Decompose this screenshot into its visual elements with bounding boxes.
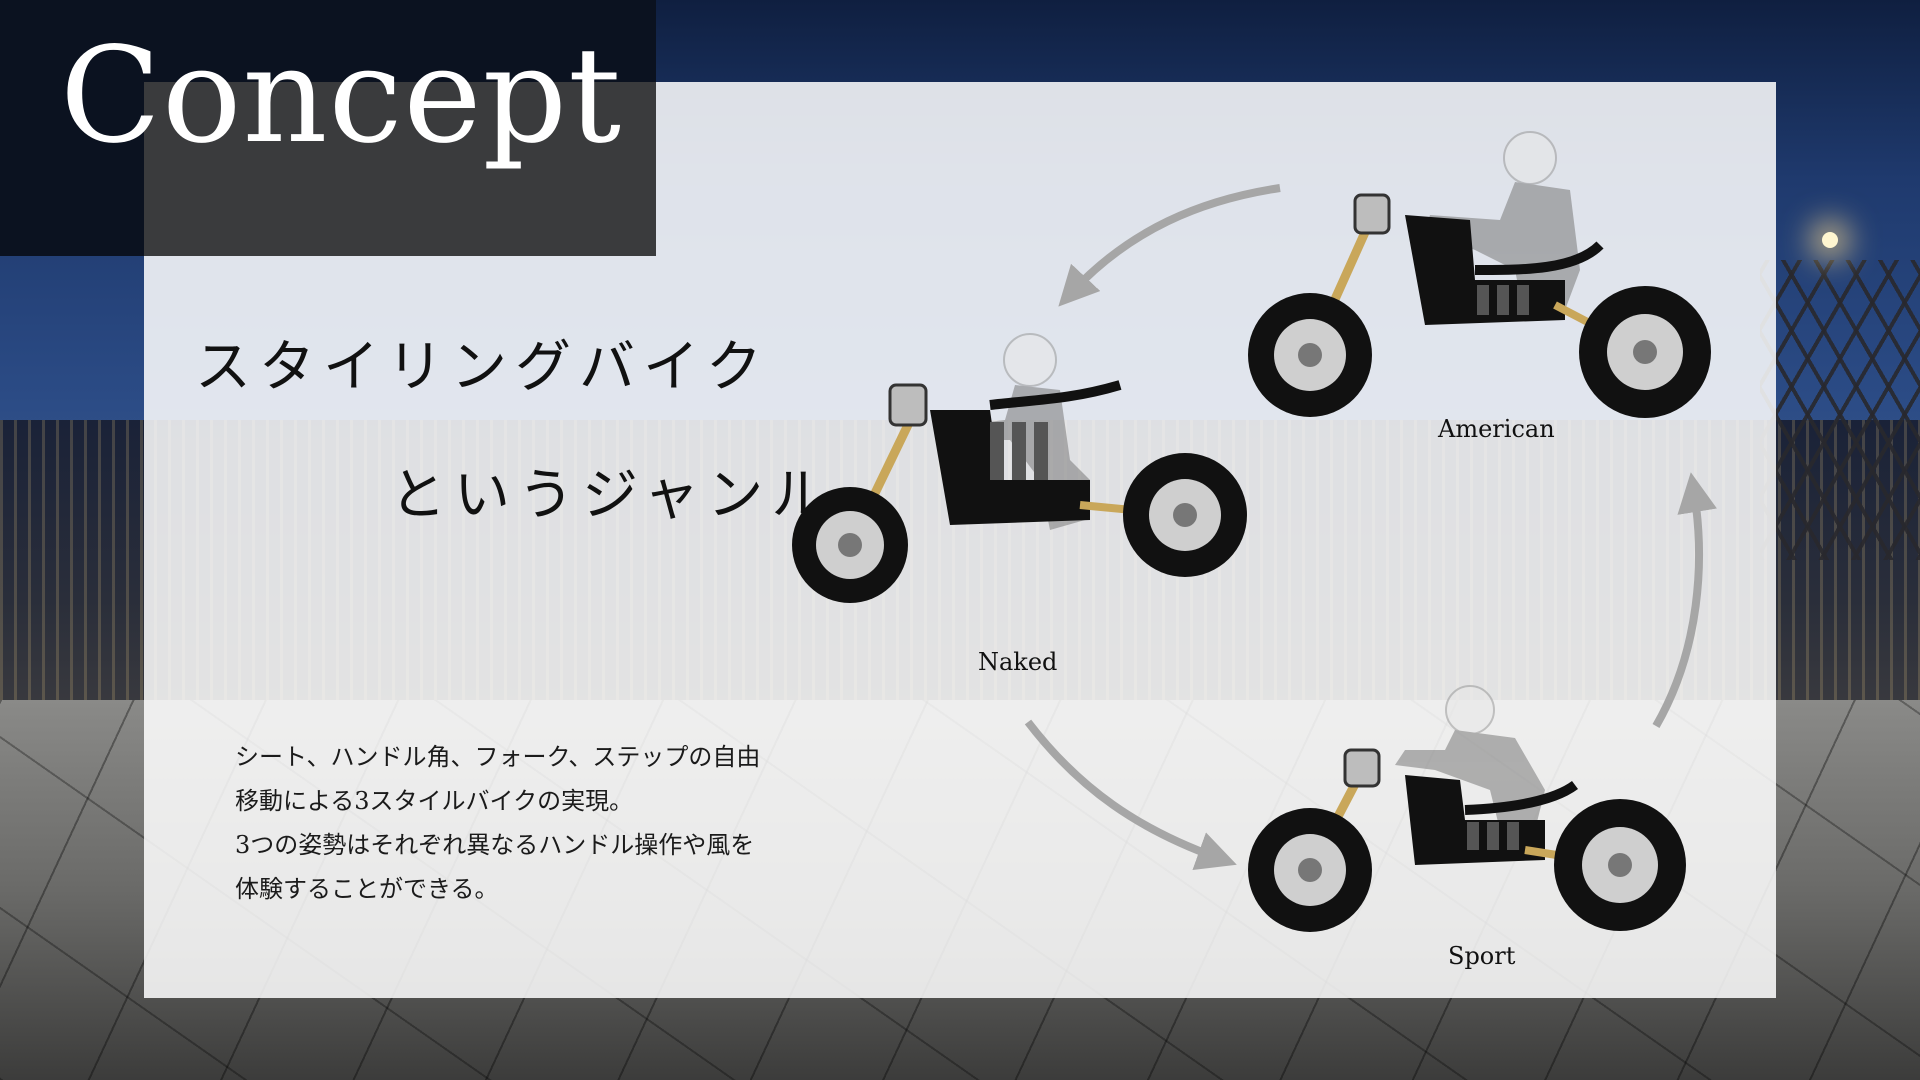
style-label-american: American	[1438, 415, 1555, 443]
bike-american	[1248, 131, 1711, 418]
style-label-naked: Naked	[978, 648, 1058, 676]
bike-naked	[792, 333, 1247, 603]
style-label-sport: Sport	[1448, 942, 1516, 970]
arrow-naked-to-sport	[1024, 719, 1237, 871]
bike-sport	[1248, 685, 1686, 932]
